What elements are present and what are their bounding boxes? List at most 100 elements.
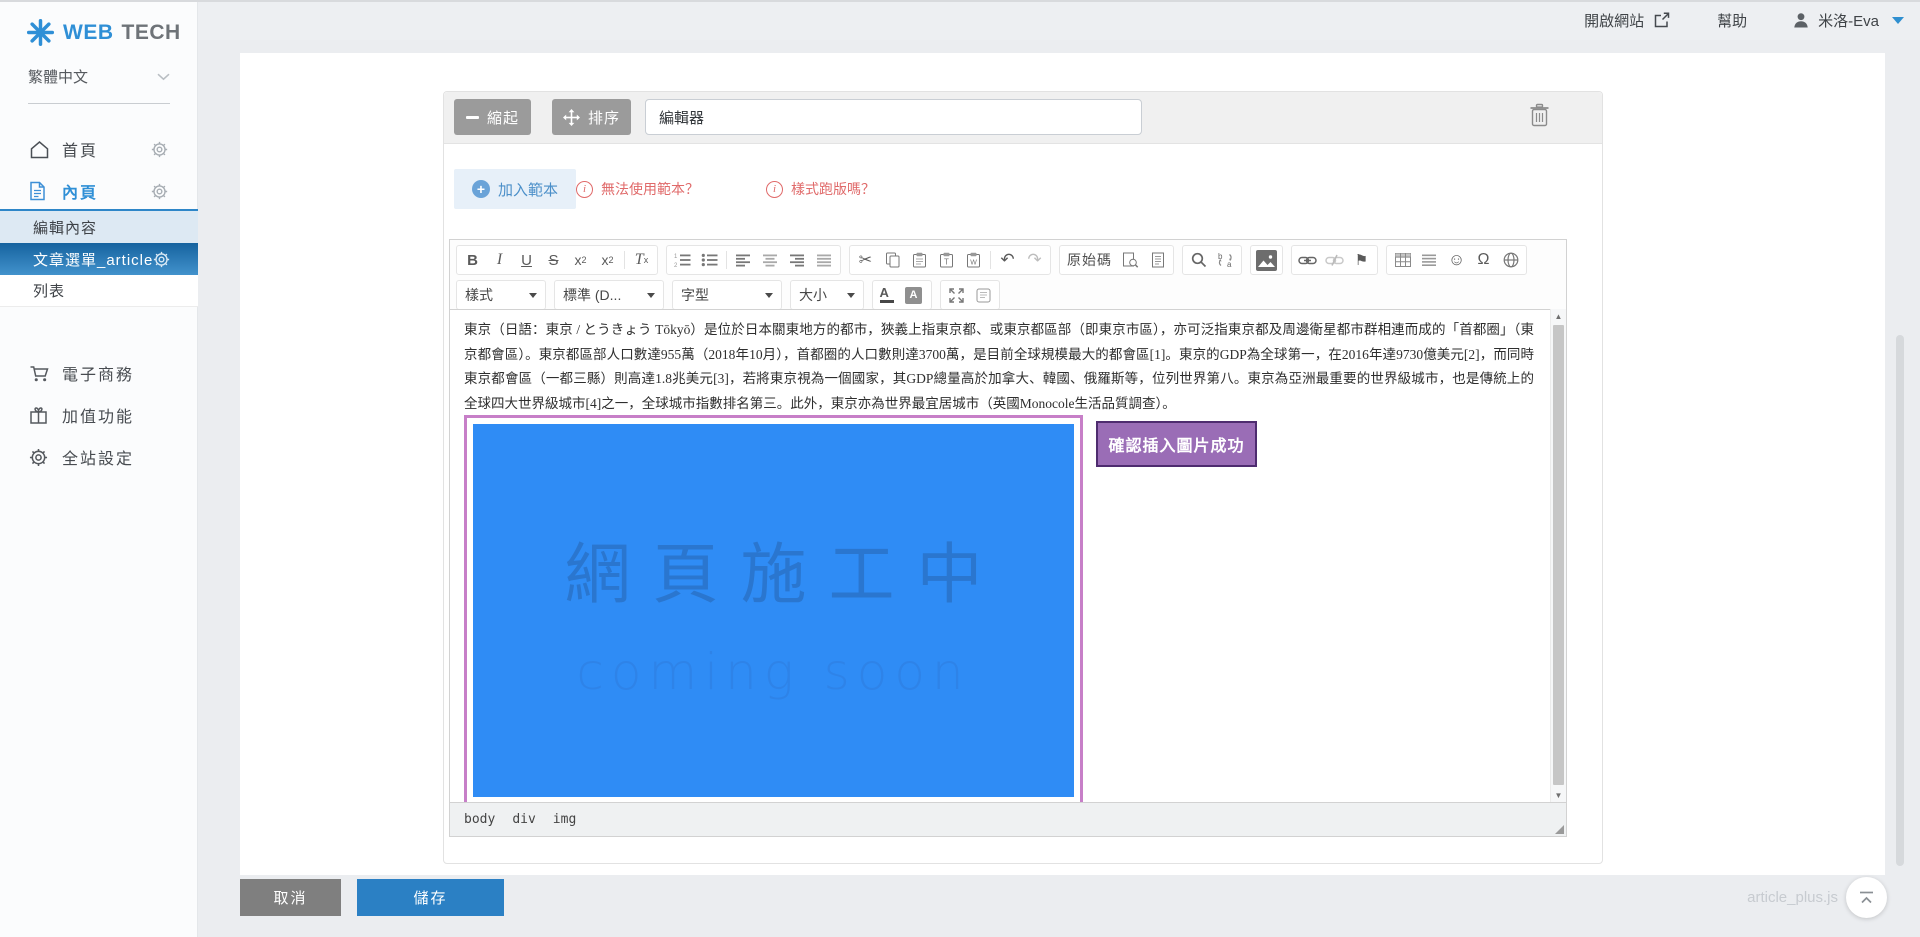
background-color-button[interactable]: A [902, 282, 929, 308]
undo-button[interactable]: ↶ [994, 247, 1021, 273]
styles-combo[interactable]: 樣式 [456, 280, 546, 310]
sort-button[interactable]: 排序 [552, 99, 631, 135]
sidebar-item-inner-pages[interactable]: 內頁 [0, 174, 198, 208]
find-button[interactable] [1185, 247, 1212, 273]
confirm-image-inserted-button[interactable]: 確認插入圖片成功 [1096, 421, 1257, 467]
sidebar-item-article-menu[interactable]: 文章選單_article [0, 243, 198, 275]
editor-block-card: 縮起 排序 + 加入範本 i 無法使用範本？ i 樣式跑版嗎？ B I U [443, 91, 1603, 864]
bold-button[interactable]: B [459, 247, 486, 273]
subscript-button[interactable]: x2 [567, 247, 594, 273]
svg-text:2: 2 [674, 263, 678, 267]
smiley-button[interactable]: ☺ [1443, 247, 1470, 273]
sidebar-item-home[interactable]: 首頁 [0, 132, 198, 166]
article-paragraph[interactable]: 東京（日語：東京 / とうきょう Tōkyō）是位於日本關東地方的都市，狹義上指… [464, 318, 1534, 416]
sidebar-item-addons[interactable]: 加值功能 [0, 398, 198, 432]
link-button[interactable] [1294, 247, 1321, 273]
toolbar-group-insert: ☺ Ω [1386, 245, 1527, 275]
element-path-bar: body div img [450, 802, 1566, 836]
hint-style-broken[interactable]: i 樣式跑版嗎？ [766, 179, 875, 199]
chevron-down-icon [765, 293, 773, 298]
table-button[interactable] [1389, 247, 1416, 273]
templates-button[interactable] [1144, 247, 1171, 273]
superscript-button[interactable]: x2 [594, 247, 621, 273]
scroll-down-arrow[interactable]: ▼ [1551, 788, 1566, 803]
toolbar-group-find: ba [1182, 245, 1242, 275]
align-left-button[interactable] [730, 247, 757, 273]
underline-button[interactable]: U [513, 247, 540, 273]
selected-image[interactable]: 網頁施工中 coming soon [464, 415, 1083, 803]
gear-icon[interactable] [151, 183, 168, 200]
align-right-button[interactable] [784, 247, 811, 273]
path-item-body[interactable]: body [464, 812, 495, 827]
scrollbar-thumb[interactable] [1553, 325, 1564, 785]
scroll-up-arrow[interactable]: ▲ [1551, 309, 1566, 324]
toolbar-separator [726, 251, 727, 269]
maximize-button[interactable] [943, 282, 970, 308]
block-title-input[interactable] [645, 99, 1142, 135]
page-scrollbar-thumb[interactable] [1896, 335, 1904, 866]
iframe-globe-button[interactable] [1497, 247, 1524, 273]
trash-icon[interactable] [1529, 103, 1550, 133]
redo-button[interactable]: ↷ [1021, 247, 1048, 273]
asterisk-logo-icon [26, 18, 55, 47]
toolbar-group-tools [940, 280, 1000, 310]
path-item-img[interactable]: img [553, 812, 576, 827]
sidebar-item-label: 內頁 [62, 179, 98, 203]
open-site-link[interactable]: 開啟網站 [1584, 10, 1671, 31]
special-character-button[interactable]: Ω [1470, 247, 1497, 273]
brand-logo: WEB TECH [26, 18, 181, 47]
strikethrough-button[interactable]: S [540, 247, 567, 273]
image-button[interactable] [1253, 247, 1280, 273]
horizontal-rule-button[interactable] [1416, 247, 1443, 273]
paste-as-text-button[interactable]: T [933, 247, 960, 273]
bulleted-list-button[interactable] [696, 247, 723, 273]
format-combo[interactable]: 標準 (D... [554, 280, 664, 310]
unlink-button[interactable] [1321, 247, 1348, 273]
toolbar-group-paragraph: 12 [666, 245, 841, 275]
hint-cannot-use-template[interactable]: i 無法使用範本？ [576, 179, 699, 199]
sidebar-item-edit-content[interactable]: 編輯內容 [0, 211, 198, 243]
italic-button[interactable]: I [486, 247, 513, 273]
sidebar-item-ecommerce[interactable]: 電子商務 [0, 356, 198, 390]
align-justify-button[interactable] [811, 247, 838, 273]
anchor-button[interactable]: ⚑ [1348, 247, 1375, 273]
info-icon: i [766, 181, 783, 198]
sidebar-item-site-settings[interactable]: 全站設定 [0, 440, 198, 474]
resize-handle[interactable] [1555, 825, 1564, 834]
source-button[interactable]: 原始碼 [1062, 247, 1117, 273]
sidebar-item-label: 全站設定 [62, 445, 134, 469]
cut-button[interactable]: ✂ [852, 247, 879, 273]
text-color-button[interactable]: A [875, 282, 902, 308]
paste-from-word-button[interactable]: W [960, 247, 987, 273]
save-button[interactable]: 儲存 [357, 879, 504, 916]
editor-content-area[interactable]: 東京（日語：東京 / とうきょう Tōkyō）是位於日本關東地方的都市，狹義上指… [450, 309, 1566, 803]
path-item-div[interactable]: div [512, 812, 535, 827]
copy-button[interactable] [879, 247, 906, 273]
topbar: 開啟網站 幫助 米洛-Eva [0, 0, 1920, 40]
preview-button[interactable] [1117, 247, 1144, 273]
collapse-button[interactable]: 縮起 [454, 99, 531, 135]
language-select[interactable]: 繁體中文 [28, 76, 170, 104]
remove-format-button[interactable]: Tx [628, 247, 655, 273]
sidebar-item-list[interactable]: 列表 [0, 275, 198, 307]
gear-icon[interactable] [151, 141, 168, 158]
user-menu[interactable]: 米洛-Eva [1793, 10, 1904, 31]
add-template-button[interactable]: + 加入範本 [454, 169, 576, 209]
editor-scrollbar[interactable]: ▲ ▼ [1550, 309, 1566, 803]
script-filename: article_plus.js [1747, 889, 1838, 906]
font-combo[interactable]: 字型 [672, 280, 782, 310]
brand-name-secondary: TECH [122, 21, 181, 45]
background-color-icon: A [905, 287, 922, 304]
window-top-edge [0, 0, 1920, 2]
gear-icon[interactable] [153, 251, 170, 268]
size-combo[interactable]: 大小 [790, 280, 864, 310]
scroll-to-top-button[interactable] [1846, 877, 1887, 918]
paste-button[interactable] [906, 247, 933, 273]
show-blocks-button[interactable] [970, 282, 997, 308]
help-link[interactable]: 幫助 [1717, 10, 1747, 31]
numbered-list-button[interactable]: 12 [669, 247, 696, 273]
replace-button[interactable]: ba [1212, 247, 1239, 273]
external-link-icon [1653, 12, 1671, 29]
cancel-button[interactable]: 取消 [240, 879, 341, 916]
align-center-button[interactable] [757, 247, 784, 273]
